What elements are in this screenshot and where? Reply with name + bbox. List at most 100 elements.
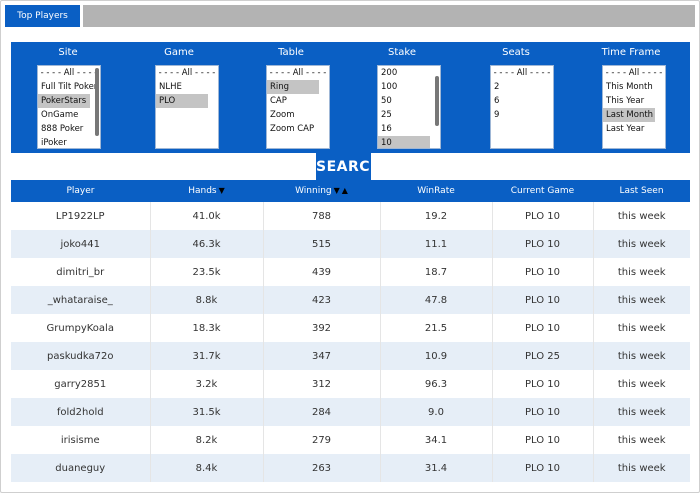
winrate-cell: 96.3 [380, 370, 493, 398]
current-game-cell: PLO 10 [492, 426, 594, 454]
player-cell[interactable]: _whataraise_ [11, 286, 151, 314]
current-game-cell: PLO 10 [492, 370, 594, 398]
seats-option[interactable]: - - - - All - - - - [491, 66, 553, 80]
winrate-cell: 34.1 [380, 426, 493, 454]
tab-bar: Top Players [5, 5, 695, 27]
table-row[interactable]: _whataraise_ 8.8k 423 47.8 PLO 10 this week [11, 286, 690, 314]
current-game-cell: PLO 10 [492, 398, 594, 426]
sort-down-icon[interactable]: ▼ [334, 186, 340, 195]
header-current-game[interactable]: Current Game [492, 180, 593, 202]
stake-option[interactable]: 100 [378, 80, 440, 94]
player-cell[interactable]: garry2851 [11, 370, 151, 398]
game-option[interactable]: PLO [156, 94, 208, 108]
game-select[interactable]: - - - - All - - - - NLHE PLO [155, 65, 219, 149]
header-winning-label: Winning [295, 186, 332, 196]
header-hands-label: Hands [188, 186, 217, 196]
filter-panel: Site - - - - All - - - - Full Tilt Poker P… [11, 42, 690, 153]
player-cell[interactable]: GrumpyKoala [11, 314, 151, 342]
player-cell[interactable]: LP1922LP [11, 202, 151, 230]
hands-cell: 18.3k [150, 314, 264, 342]
player-cell[interactable]: fold2hold [11, 398, 151, 426]
table-row[interactable]: duaneguy 8.4k 263 31.4 PLO 10 this week [11, 454, 690, 482]
table-option[interactable]: - - - - All - - - - [267, 66, 329, 80]
sort-up-icon[interactable]: ▲ [342, 186, 348, 195]
table-select[interactable]: - - - - All - - - - Ring CAP Zoom Zoom CAP [266, 65, 330, 149]
site-option[interactable]: PokerStars [38, 94, 90, 108]
stake-option[interactable]: 10 [378, 136, 430, 148]
hands-cell: 46.3k [150, 230, 264, 258]
last-seen-cell: this week [593, 454, 690, 482]
site-select[interactable]: - - - - All - - - - Full Tilt Poker PokerS… [37, 65, 101, 149]
table-row[interactable]: garry2851 3.2k 312 96.3 PLO 10 this week [11, 370, 690, 398]
seats-option[interactable]: 9 [491, 108, 553, 122]
header-winning[interactable]: Winning ▼ ▲ [263, 180, 380, 202]
winning-cell: 284 [263, 398, 381, 426]
table-row[interactable]: fold2hold 31.5k 284 9.0 PLO 10 this week [11, 398, 690, 426]
header-last-seen[interactable]: Last Seen [593, 180, 690, 202]
filter-seats-label: Seats [502, 47, 530, 58]
last-seen-cell: this week [593, 398, 690, 426]
table-row[interactable]: LP1922LP 41.0k 788 19.2 PLO 10 this week [11, 202, 690, 230]
site-option[interactable]: Full Tilt Poker [38, 80, 100, 94]
tab-top-players[interactable]: Top Players [5, 5, 83, 27]
table-row[interactable]: paskudka72o 31.7k 347 10.9 PLO 25 this week [11, 342, 690, 370]
player-cell[interactable]: joko441 [11, 230, 151, 258]
sort-down-icon[interactable]: ▼ [219, 186, 225, 195]
last-seen-cell: this week [593, 286, 690, 314]
winrate-cell: 31.4 [380, 454, 493, 482]
timeframe-option[interactable]: Last Year [603, 122, 665, 136]
current-game-cell: PLO 10 [492, 230, 594, 258]
site-option[interactable]: OnGame [38, 108, 100, 122]
header-winrate[interactable]: WinRate [380, 180, 492, 202]
filter-site-label: Site [58, 47, 78, 58]
stake-option[interactable]: 16 [378, 122, 440, 136]
player-cell[interactable]: paskudka72o [11, 342, 151, 370]
timeframe-select[interactable]: - - - - All - - - - This Month This Year La… [602, 65, 666, 149]
stake-scrollbar[interactable] [435, 76, 439, 126]
winning-cell: 347 [263, 342, 381, 370]
table-option[interactable]: Zoom [267, 108, 329, 122]
winning-cell: 423 [263, 286, 381, 314]
search-button[interactable]: SEARCH [313, 153, 382, 181]
table-row[interactable]: dimitri_br 23.5k 439 18.7 PLO 10 this week [11, 258, 690, 286]
timeframe-option[interactable]: - - - - All - - - - [603, 66, 665, 80]
header-player[interactable]: Player [11, 180, 150, 202]
players-table: Player Hands ▼ Winning ▼ ▲ WinRate Current … [11, 180, 690, 482]
site-option[interactable]: 888 Poker [38, 122, 100, 136]
winrate-cell: 9.0 [380, 398, 493, 426]
site-scrollbar[interactable] [95, 68, 99, 136]
stake-option[interactable]: 50 [378, 94, 440, 108]
timeframe-option[interactable]: Last Month [603, 108, 655, 122]
site-option[interactable]: - - - - All - - - - [38, 66, 100, 80]
timeframe-option[interactable]: This Year [603, 94, 665, 108]
table-option[interactable]: CAP [267, 94, 329, 108]
timeframe-option[interactable]: This Month [603, 80, 665, 94]
player-cell[interactable]: irisisme [11, 426, 151, 454]
table-row[interactable]: GrumpyKoala 18.3k 392 21.5 PLO 10 this week [11, 314, 690, 342]
table-row[interactable]: joko441 46.3k 515 11.1 PLO 10 this week [11, 230, 690, 258]
current-game-cell: PLO 10 [492, 454, 594, 482]
stake-option[interactable]: 25 [378, 108, 440, 122]
winning-cell: 515 [263, 230, 381, 258]
current-game-cell: PLO 25 [492, 342, 594, 370]
last-seen-cell: this week [617, 210, 666, 222]
table-option[interactable]: Ring [267, 80, 319, 94]
filter-timeframe: Time Frame - - - - All - - - - This Month… [576, 42, 686, 153]
filter-game-label: Game [164, 47, 194, 58]
seats-option[interactable]: 2 [491, 80, 553, 94]
game-option[interactable]: - - - - All - - - - [156, 66, 218, 80]
header-hands[interactable]: Hands ▼ [150, 180, 263, 202]
filter-seats: Seats - - - - All - - - -269 [461, 42, 571, 153]
player-cell[interactable]: dimitri_br [11, 258, 151, 286]
winrate-cell: 47.8 [380, 286, 493, 314]
seats-select[interactable]: - - - - All - - - -269 [490, 65, 554, 149]
table-row[interactable]: irisisme 8.2k 279 34.1 PLO 10 this week [11, 426, 690, 454]
player-cell[interactable]: duaneguy [11, 454, 151, 482]
table-option[interactable]: Zoom CAP [267, 122, 329, 136]
game-option[interactable]: NLHE [156, 80, 218, 94]
stake-option[interactable]: 200 [378, 66, 440, 80]
site-option[interactable]: iPoker [38, 136, 100, 148]
stake-select[interactable]: 200 100 50 25 16 10 [377, 65, 441, 149]
seats-option[interactable]: 6 [491, 94, 553, 108]
header-winrate-label: WinRate [417, 186, 455, 196]
